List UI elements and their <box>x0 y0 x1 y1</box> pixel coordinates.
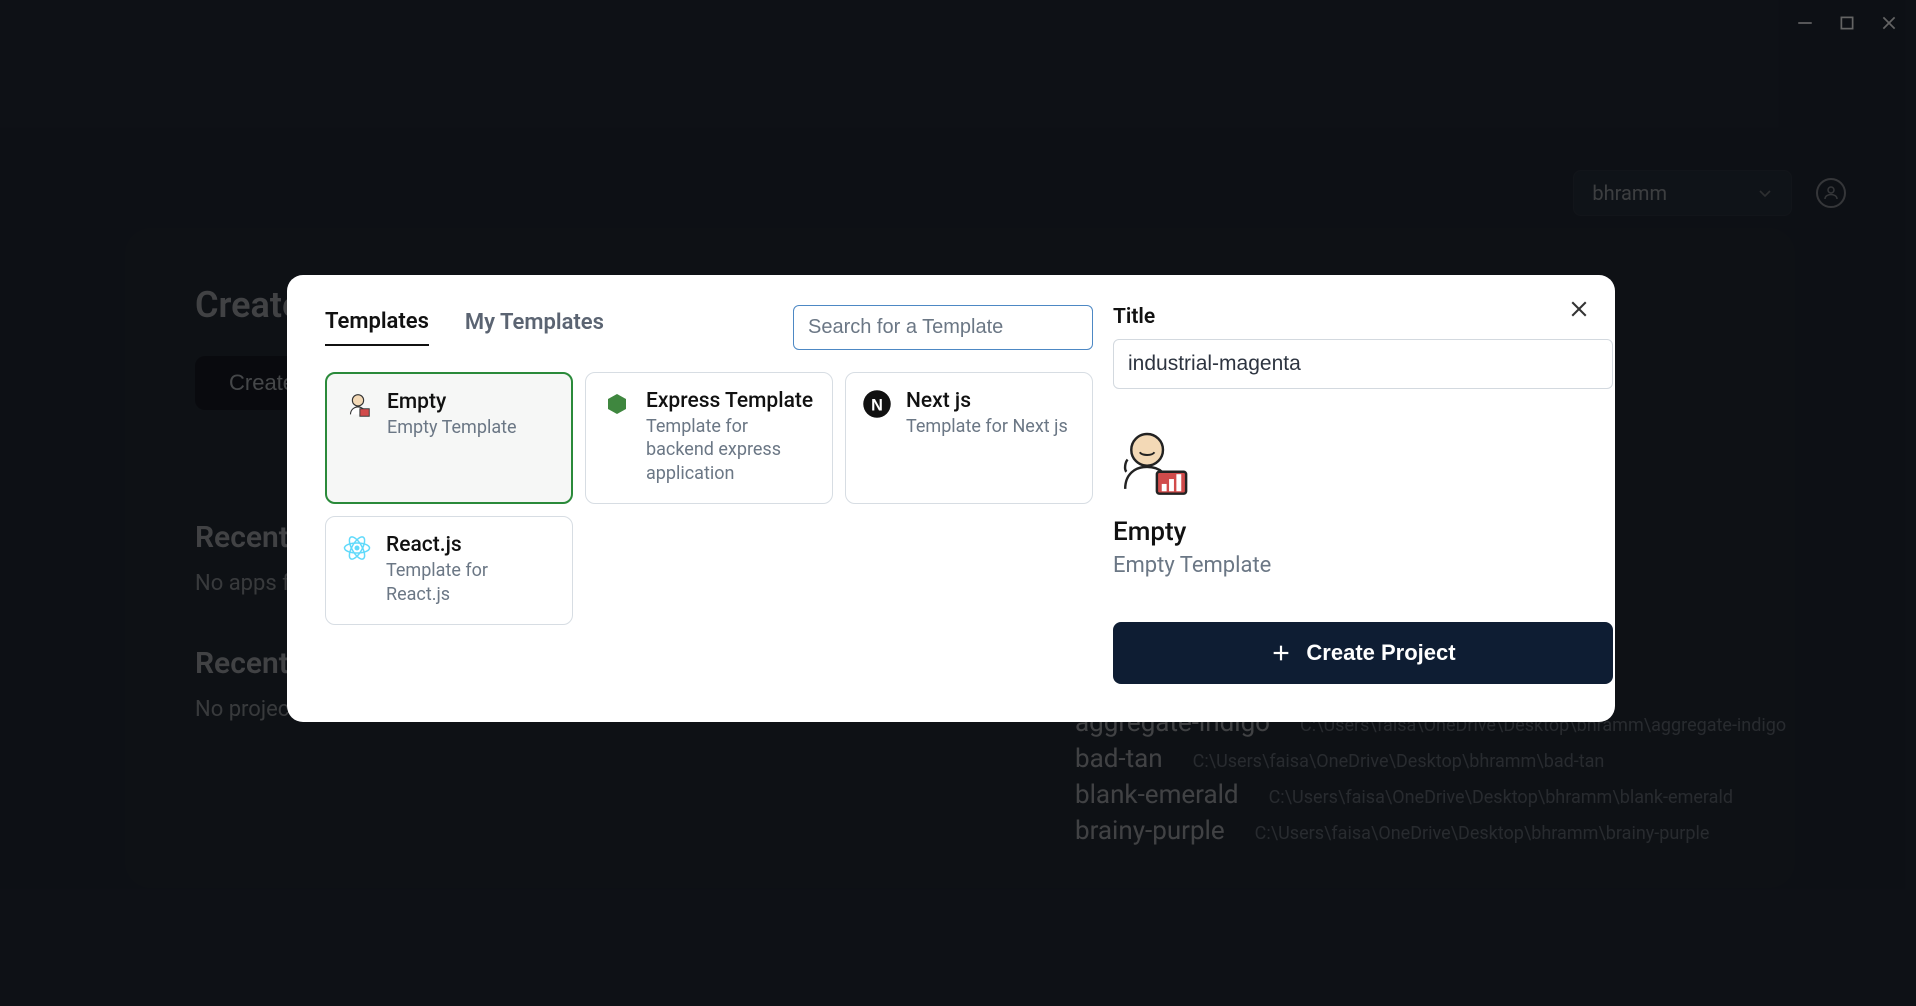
template-title: Express Template <box>646 389 816 413</box>
tab-my-templates[interactable]: My Templates <box>465 310 604 345</box>
react-icon <box>342 533 372 563</box>
express-icon <box>602 389 632 419</box>
create-project-modal: Templates My Templates Empty Empty Templ… <box>287 275 1615 722</box>
tab-templates[interactable]: Templates <box>325 309 429 346</box>
title-label: Title <box>1113 305 1613 329</box>
tabs-row: Templates My Templates <box>325 305 1093 350</box>
project-details-panel: Title Empty Empty Template Create Projec… <box>1113 305 1613 684</box>
template-card-express[interactable]: Express Template Template for backend ex… <box>585 372 833 504</box>
plus-icon <box>1270 642 1292 664</box>
svg-text:N: N <box>871 396 883 414</box>
template-subtitle: Template for Next js <box>906 415 1068 438</box>
template-subtitle: Template for backend express application <box>646 415 816 485</box>
template-title: Next js <box>906 389 1068 413</box>
template-subtitle: Template for React.js <box>386 559 556 606</box>
preview-name: Empty <box>1113 517 1613 547</box>
template-card-nextjs[interactable]: N Next js Template for Next js <box>845 372 1093 504</box>
templates-panel: Templates My Templates Empty Empty Templ… <box>325 305 1093 684</box>
template-title: Empty <box>387 390 517 414</box>
create-project-button[interactable]: Create Project <box>1113 622 1613 684</box>
template-search-input[interactable] <box>793 305 1093 350</box>
template-card-empty[interactable]: Empty Empty Template <box>325 372 573 504</box>
templates-grid: Empty Empty Template Express Template Te… <box>325 372 1093 625</box>
template-preview: Empty Empty Template <box>1113 423 1613 578</box>
nextjs-icon: N <box>862 389 892 419</box>
project-title-input[interactable] <box>1113 339 1613 389</box>
empty-template-icon <box>343 390 373 420</box>
empty-template-icon <box>1113 423 1191 501</box>
template-title: React.js <box>386 533 556 557</box>
modal-close-button[interactable] <box>1565 295 1593 323</box>
preview-subtitle: Empty Template <box>1113 553 1613 578</box>
template-subtitle: Empty Template <box>387 416 517 439</box>
template-card-react[interactable]: React.js Template for React.js <box>325 516 573 625</box>
close-icon <box>1570 300 1588 318</box>
create-project-label: Create Project <box>1306 640 1455 666</box>
